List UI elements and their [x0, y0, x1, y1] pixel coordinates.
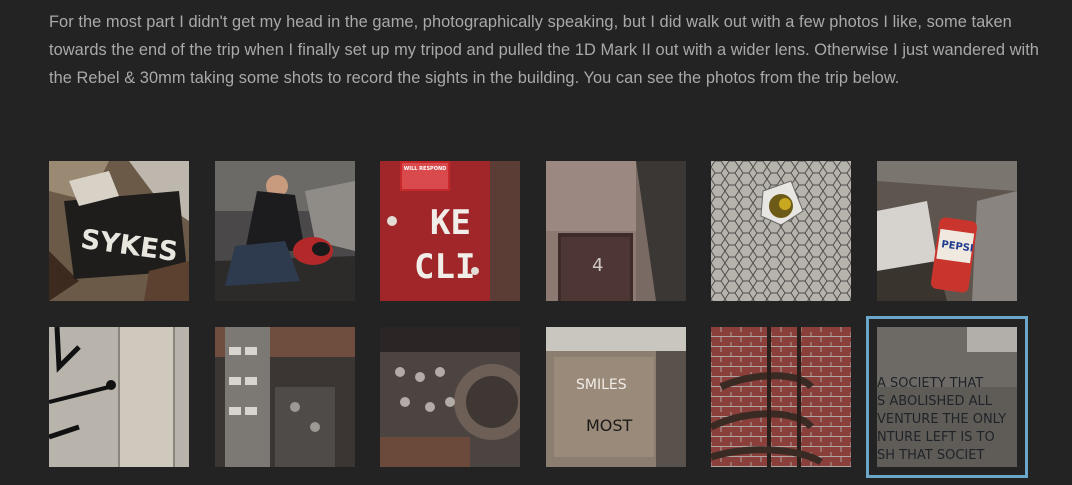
- gallery-thumbnail[interactable]: PEPSI: [876, 161, 1017, 301]
- photo-society-graffiti: A SOCIETY THAT S ABOLISHED ALL VENTURE T…: [876, 327, 1017, 467]
- photo-spiral-staircase: [711, 327, 852, 467]
- photo-red-door-stencil: WILL RESPOND KE CLI: [380, 161, 521, 301]
- post-paragraph: For the most part I didn't get my head i…: [49, 13, 1039, 87]
- photo-metal-door-tags: SMILES MOST: [545, 327, 686, 467]
- photo-wired-glass-hole: [711, 161, 852, 301]
- gallery-thumbnail[interactable]: 4: [545, 161, 686, 301]
- photo-wood-panel-graffiti: [49, 327, 189, 467]
- photo-photographer-rubble: [214, 161, 355, 301]
- gallery-thumbnail[interactable]: [214, 161, 355, 301]
- blog-post: For the most part I didn't get my head i…: [0, 0, 1072, 485]
- photo-control-panel: [380, 327, 521, 467]
- gallery-thumbnail[interactable]: [711, 161, 852, 301]
- photo-brick-doorway: 4: [545, 161, 686, 301]
- svg-text:WILL RESPOND: WILL RESPOND: [404, 166, 447, 172]
- svg-text:KE: KE: [430, 203, 471, 243]
- gallery-thumbnail[interactable]: SYKES: [49, 161, 189, 301]
- photo-pepsi-can: PEPSI: [876, 161, 1017, 301]
- gallery-thumbnail[interactable]: WILL RESPOND KE CLI: [380, 161, 521, 301]
- svg-text:CLI: CLI: [414, 247, 475, 287]
- svg-text:MOST: MOST: [586, 416, 633, 435]
- gallery-thumbnail-selected[interactable]: A SOCIETY THAT S ABOLISHED ALL VENTURE T…: [865, 316, 1028, 478]
- photo-electrical-rack: [214, 327, 355, 467]
- svg-text:4: 4: [592, 255, 603, 276]
- photo-gallery: SYKES WILL RESPOND KE CLI 4 PEPSI SMILES…: [49, 161, 1029, 478]
- gallery-thumbnail[interactable]: [214, 327, 355, 467]
- gallery-thumbnail[interactable]: [49, 327, 189, 467]
- photo-sykes-graffiti: SYKES: [49, 161, 189, 301]
- gallery-thumbnail[interactable]: [711, 327, 852, 467]
- svg-text:SMILES: SMILES: [576, 377, 627, 393]
- gallery-thumbnail[interactable]: SMILES MOST: [545, 327, 686, 467]
- gallery-thumbnail[interactable]: [380, 327, 521, 467]
